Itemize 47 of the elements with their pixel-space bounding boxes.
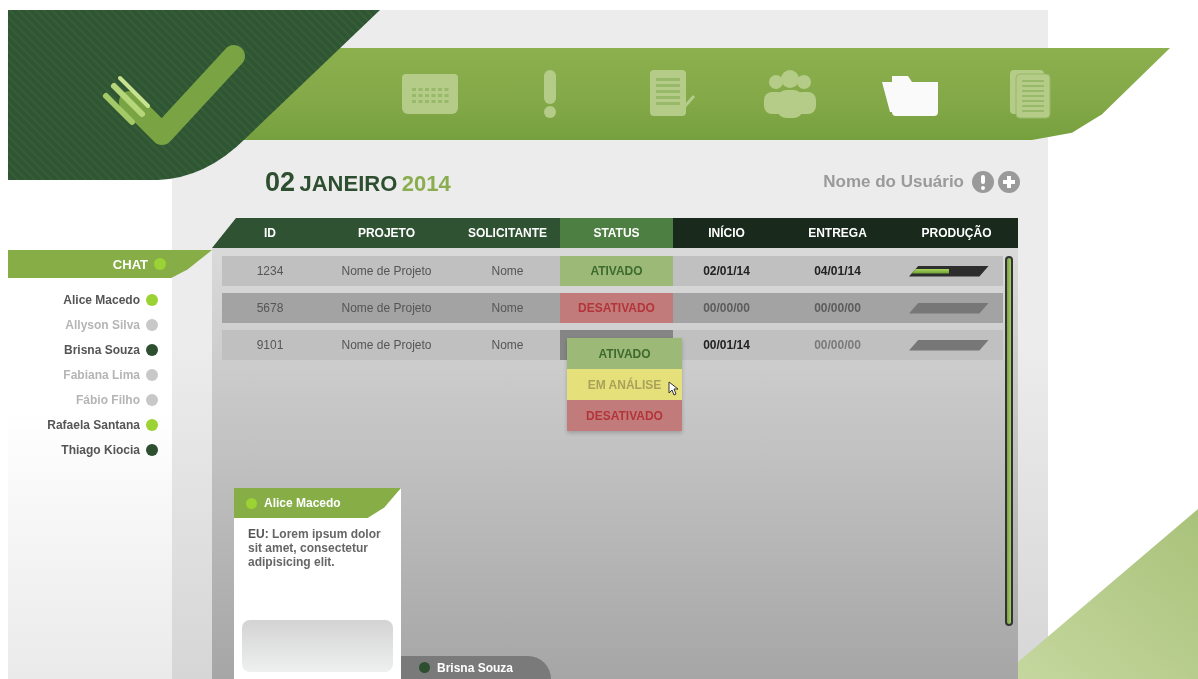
table-cell-text: Nome de Projeto bbox=[340, 337, 433, 354]
checkmark-logo-icon bbox=[103, 45, 245, 145]
column-header: PRODUÇÃO bbox=[895, 218, 1018, 248]
table-cell-text: 04/01/14 bbox=[813, 263, 862, 280]
contact-name[interactable]: Allyson Silva bbox=[65, 317, 140, 332]
table-cell-text: 00/00/00 bbox=[813, 300, 862, 317]
user-name[interactable]: Nome do Usuário bbox=[823, 172, 964, 192]
table-cell-text: Nome bbox=[490, 263, 525, 280]
chat-title: CHAT bbox=[112, 256, 148, 272]
table-cell-text: 00/01/14 bbox=[702, 337, 751, 354]
contact-name[interactable]: Brisna Souza bbox=[63, 342, 140, 357]
mouse-pointer-icon bbox=[668, 381, 678, 396]
table-cell-text: Nome de Projeto bbox=[340, 300, 433, 317]
scrollbar[interactable] bbox=[1005, 256, 1013, 626]
column-header: INÍCIO bbox=[673, 218, 780, 248]
table-row[interactable]: 1234 Nome de Projeto Nome ATIVADO 02/01/14 04/01/14 bbox=[222, 256, 1003, 286]
table-cell-text: Nome bbox=[490, 300, 525, 317]
status-option[interactable]: DESATIVADO bbox=[567, 400, 682, 431]
table-cell-text: 00/00/00 bbox=[813, 337, 862, 354]
status-badge[interactable]: ATIVADO bbox=[560, 256, 673, 286]
table-cell-text: Nome de Projeto bbox=[340, 263, 433, 280]
table-cell-text: 02/01/14 bbox=[702, 263, 751, 280]
contact-name[interactable]: Thiago Kiocia bbox=[61, 442, 140, 457]
column-header: STATUS bbox=[560, 218, 673, 248]
alert-icon[interactable] bbox=[972, 171, 994, 193]
chat-message: EU: Lorem ipsum dolor sit amet, consectetur adipisicing elit. bbox=[247, 526, 382, 571]
table-cell-text: 9101 bbox=[255, 337, 285, 354]
status-option[interactable]: EM ANÁLISE bbox=[567, 369, 682, 400]
contact-name[interactable]: Rafaela Santana bbox=[47, 417, 140, 432]
column-header: SOLICITANTE bbox=[455, 218, 560, 248]
minimized-chat-tab[interactable]: Brisna Souza bbox=[401, 656, 551, 679]
table-cell-text: Nome bbox=[490, 337, 525, 354]
contact-name[interactable]: Alice Macedo bbox=[63, 292, 140, 307]
table-cell-text: 5678 bbox=[255, 300, 285, 317]
message-input-field[interactable] bbox=[242, 620, 393, 672]
table-cell-text: 1234 bbox=[255, 263, 285, 280]
contact-name: Alice Macedo bbox=[264, 496, 341, 510]
contact-name[interactable]: Fabiana Lima bbox=[63, 367, 140, 382]
status-option[interactable]: ATIVADO bbox=[567, 338, 682, 369]
contact-name: Brisna Souza bbox=[437, 660, 514, 675]
date-heading: 02 JANEIRO 2014 bbox=[265, 166, 451, 198]
add-icon[interactable] bbox=[998, 171, 1020, 193]
chat-window-header[interactable]: Alice Macedo bbox=[234, 488, 401, 518]
contact-name[interactable]: Fábio Filho bbox=[76, 392, 140, 407]
column-header: PROJETO bbox=[318, 218, 455, 248]
table-cell-text: 00/00/00 bbox=[702, 300, 751, 317]
column-header: ENTREGA bbox=[780, 218, 895, 248]
